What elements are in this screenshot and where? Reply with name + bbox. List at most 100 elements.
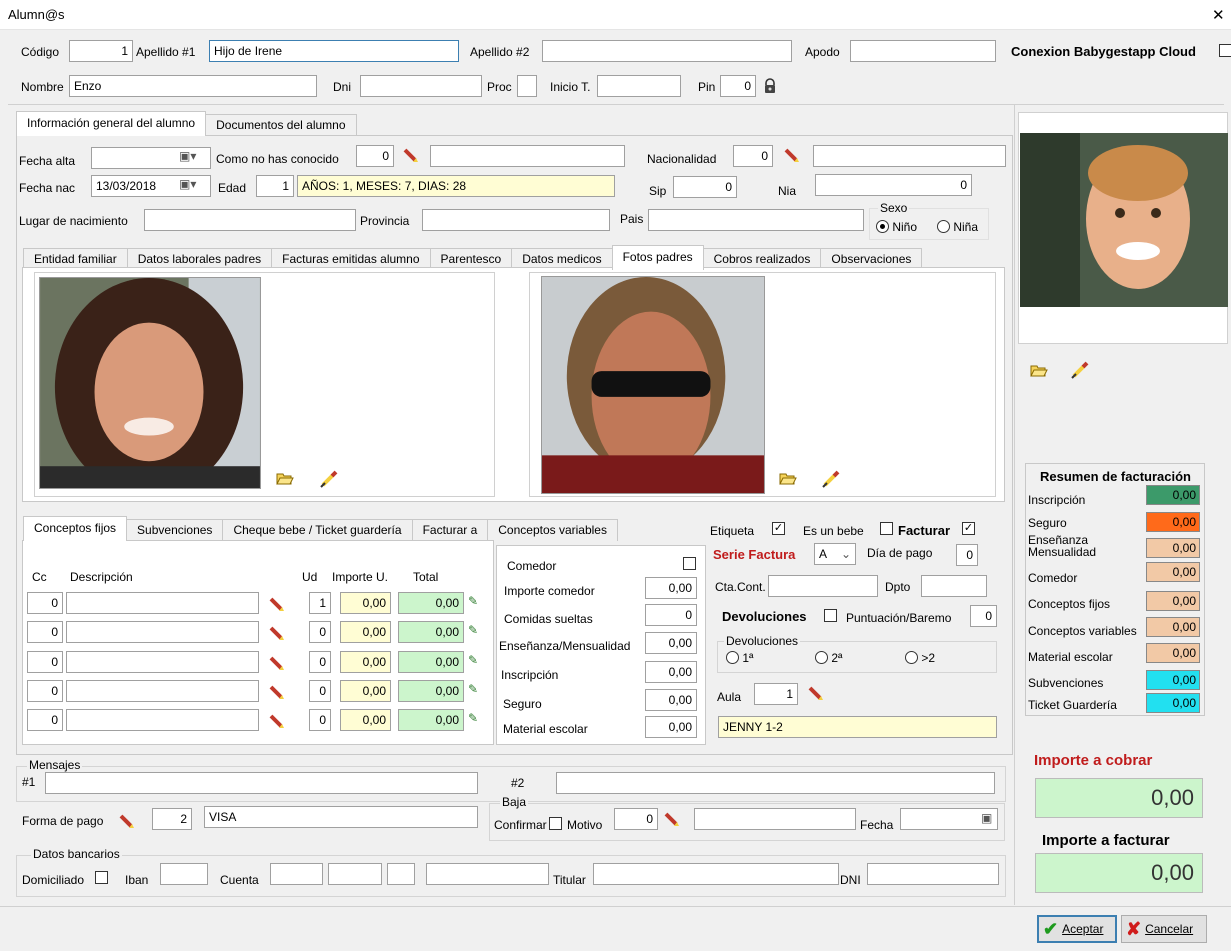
aceptar-button[interactable]: ✔ Aceptar <box>1037 915 1117 943</box>
seguro-field[interactable]: 0,00 <box>645 689 697 711</box>
proc-field[interactable] <box>517 75 537 97</box>
dev-option-3[interactable]: >2 <box>905 651 935 665</box>
mensaje-1-field[interactable] <box>45 772 478 794</box>
motivo-field[interactable] <box>694 808 856 830</box>
cc-field[interactable]: 0 <box>27 709 63 731</box>
pencil-icon[interactable] <box>664 811 680 827</box>
dni-titular-field[interactable] <box>867 863 999 885</box>
nacionalidad-field[interactable] <box>813 145 1006 167</box>
radio-dev-1[interactable] <box>726 651 739 664</box>
dni-field[interactable] <box>360 75 482 97</box>
folder-open-icon[interactable] <box>276 472 294 486</box>
como-code-field[interactable]: 0 <box>356 145 394 167</box>
lugar-field[interactable] <box>144 209 356 231</box>
cuenta-dc-field[interactable] <box>387 863 415 885</box>
pencil-icon[interactable] <box>269 655 285 671</box>
tab-cheque-bebe[interactable]: Cheque bebe / Ticket guardería <box>222 519 413 541</box>
cuenta-entidad-field[interactable] <box>270 863 323 885</box>
dpto-field[interactable] <box>921 575 987 597</box>
pencil-icon[interactable] <box>403 147 419 163</box>
cc-field[interactable]: 0 <box>27 592 63 614</box>
importe-field[interactable]: 0,00 <box>340 621 391 643</box>
devoluciones-checkbox[interactable] <box>824 609 837 622</box>
apellido2-field[interactable] <box>542 40 792 62</box>
cc-field[interactable]: 0 <box>27 651 63 673</box>
calendar-icon[interactable]: ▣▾ <box>179 177 196 191</box>
pencil-icon[interactable] <box>808 685 824 701</box>
pin-field[interactable]: 0 <box>720 75 756 97</box>
descripcion-field[interactable] <box>66 621 259 643</box>
descripcion-field[interactable] <box>66 651 259 673</box>
titular-field[interactable] <box>593 863 839 885</box>
importe-field[interactable]: 0,00 <box>340 709 391 731</box>
sexo-option-nino[interactable]: Niño <box>876 220 917 234</box>
mensaje-2-field[interactable] <box>556 772 995 794</box>
edit-row-icon[interactable]: ✎ <box>468 653 478 667</box>
etiqueta-checkbox[interactable]: ✓ <box>772 522 785 535</box>
sexo-option-nina[interactable]: Niña <box>937 220 978 234</box>
radio-nino[interactable] <box>876 220 889 233</box>
confirmar-checkbox[interactable] <box>549 817 562 830</box>
lock-icon[interactable] <box>762 78 778 94</box>
pencil-icon[interactable] <box>269 596 285 612</box>
serie-select[interactable]: A ⌄ <box>814 543 856 565</box>
aula-field[interactable]: 1 <box>754 683 798 705</box>
edit-row-icon[interactable]: ✎ <box>468 711 478 725</box>
pencil-icon[interactable] <box>269 684 285 700</box>
cc-field[interactable]: 0 <box>27 621 63 643</box>
eraser-icon[interactable] <box>320 470 338 488</box>
importe-field[interactable]: 0,00 <box>340 592 391 614</box>
tab-facturar-a[interactable]: Facturar a <box>411 519 489 541</box>
edit-row-icon[interactable]: ✎ <box>468 594 478 608</box>
sip-field[interactable]: 0 <box>673 176 737 198</box>
ud-field[interactable]: 0 <box>309 709 331 731</box>
facturar-checkbox[interactable]: ✓ <box>962 522 975 535</box>
motivo-code-field[interactable]: 0 <box>614 808 658 830</box>
folder-open-icon[interactable] <box>779 472 797 486</box>
pencil-icon[interactable] <box>119 813 135 829</box>
dia-pago-field[interactable]: 0 <box>956 544 978 566</box>
cuenta-oficina-field[interactable] <box>328 863 382 885</box>
pencil-icon[interactable] <box>784 147 800 163</box>
puntuacion-field[interactable]: 0 <box>970 605 997 627</box>
dev-option-2[interactable]: 2ª <box>815 651 842 665</box>
conexion-checkbox[interactable] <box>1219 44 1231 57</box>
iban-field[interactable] <box>160 863 208 885</box>
pais-field[interactable] <box>648 209 864 231</box>
como-field[interactable] <box>430 145 625 167</box>
edad-field[interactable]: 1 <box>256 175 294 197</box>
edit-row-icon[interactable]: ✎ <box>468 623 478 637</box>
apellido1-field[interactable]: Hijo de Irene <box>209 40 459 62</box>
tab-subvenciones[interactable]: Subvenciones <box>126 519 224 541</box>
eraser-icon[interactable] <box>1071 361 1089 379</box>
apodo-field[interactable] <box>850 40 996 62</box>
pencil-icon[interactable] <box>269 625 285 641</box>
comidas-sueltas-field[interactable]: 0 <box>645 604 697 626</box>
tab-conceptos-variables[interactable]: Conceptos variables <box>487 519 618 541</box>
ensenanza-field[interactable]: 0,00 <box>645 632 697 654</box>
radio-nina[interactable] <box>937 220 950 233</box>
inscripcion-field[interactable]: 0,00 <box>645 661 697 683</box>
dev-option-1[interactable]: 1ª <box>726 651 753 665</box>
eraser-icon[interactable] <box>822 470 840 488</box>
descripcion-field[interactable] <box>66 680 259 702</box>
edit-row-icon[interactable]: ✎ <box>468 682 478 696</box>
tab-fotos-padres[interactable]: Fotos padres <box>611 245 704 270</box>
provincia-field[interactable] <box>422 209 610 231</box>
comedor-checkbox[interactable] <box>683 557 696 570</box>
importe-field[interactable]: 0,00 <box>340 651 391 673</box>
forma-pago-code-field[interactable]: 2 <box>152 808 192 830</box>
codigo-field[interactable]: 1 <box>69 40 133 62</box>
inicio-field[interactable] <box>597 75 681 97</box>
tab-documentos[interactable]: Documentos del alumno <box>205 114 357 136</box>
nacionalidad-code-field[interactable]: 0 <box>733 145 773 167</box>
bebe-checkbox[interactable] <box>880 522 893 535</box>
forma-pago-field[interactable]: VISA <box>204 806 478 828</box>
cta-cont-field[interactable] <box>768 575 878 597</box>
ud-field[interactable]: 0 <box>309 680 331 702</box>
folder-open-icon[interactable] <box>1030 364 1048 378</box>
ud-field[interactable]: 0 <box>309 651 331 673</box>
tab-conceptos-fijos[interactable]: Conceptos fijos <box>23 516 128 541</box>
cancelar-button[interactable]: ✘ Cancelar <box>1121 915 1207 943</box>
domiciliado-checkbox[interactable] <box>95 871 108 884</box>
